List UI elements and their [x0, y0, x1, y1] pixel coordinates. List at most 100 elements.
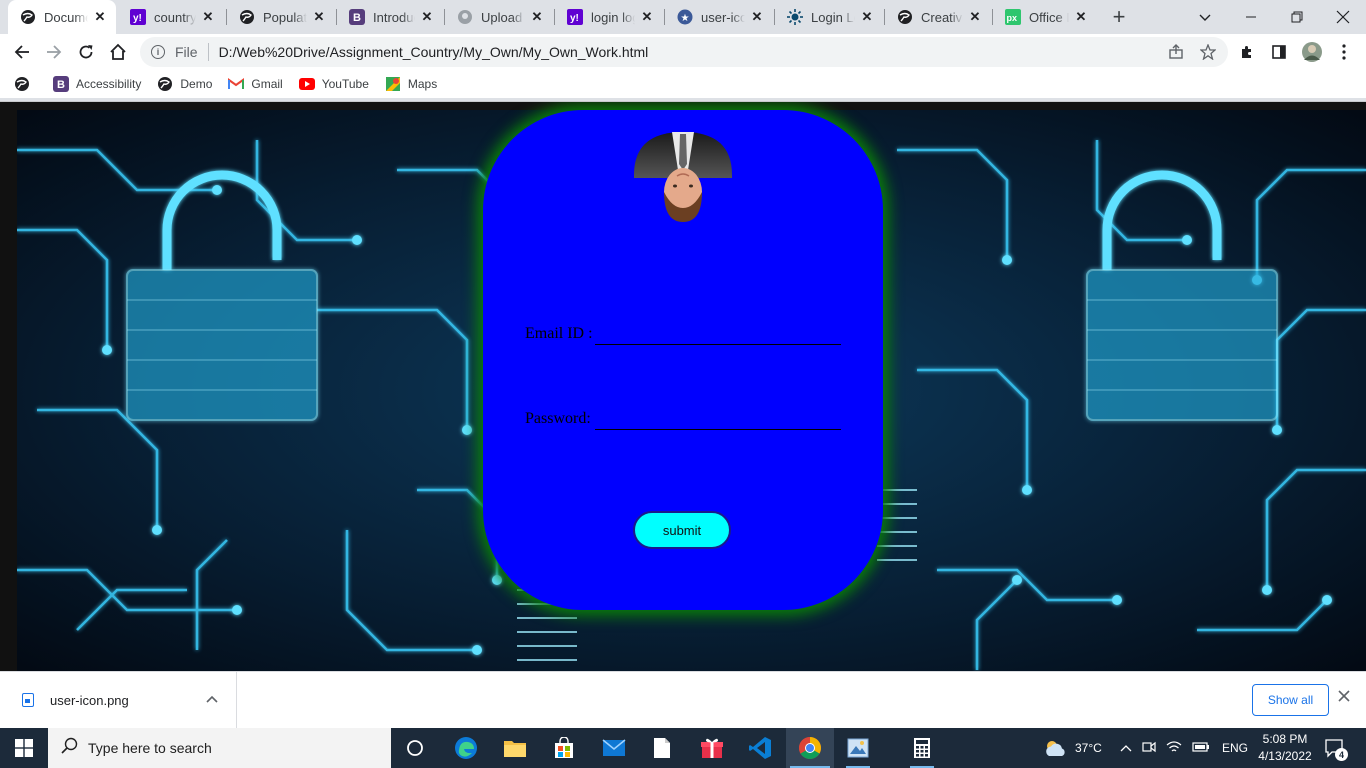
mail-app[interactable] — [590, 728, 638, 768]
download-item[interactable]: user-icon.png — [0, 672, 237, 728]
close-icon[interactable]: ✕ — [419, 9, 435, 25]
browser-toolbar: i File D:/Web%20Drive/Assignment_Country… — [0, 34, 1366, 70]
weather-widget[interactable]: 37°C — [1043, 728, 1102, 768]
info-icon[interactable]: i — [151, 45, 165, 59]
tab-office[interactable]: px Office D ✕ — [993, 0, 1097, 34]
tab-population[interactable]: Populati ✕ — [227, 0, 335, 34]
close-icon[interactable]: ✕ — [1073, 9, 1089, 25]
close-icon[interactable]: ✕ — [200, 9, 216, 25]
tab-upload[interactable]: Upload f ✕ — [445, 0, 553, 34]
tab-search-button[interactable] — [1182, 0, 1228, 34]
tab-country[interactable]: y! country ✕ — [118, 0, 224, 34]
url-text[interactable]: D:/Web%20Drive/Assignment_Country/My_Own… — [219, 44, 649, 60]
tab-user-icon[interactable]: ★ user-icon ✕ — [665, 0, 773, 34]
share-icon[interactable] — [1164, 37, 1188, 67]
bookmark-label: YouTube — [321, 77, 369, 91]
yahoo-icon: y! — [130, 9, 146, 25]
menu-button[interactable] — [1330, 38, 1358, 66]
close-icon[interactable]: ✕ — [92, 9, 108, 25]
globe-icon — [20, 9, 36, 25]
login-card: Email ID : Password: submit — [483, 110, 883, 610]
bookmark-maps[interactable]: Maps — [377, 72, 445, 96]
edge-app[interactable] — [442, 728, 490, 768]
close-icon[interactable]: ✕ — [311, 9, 327, 25]
notification-center-button[interactable]: 4 — [1322, 736, 1348, 761]
edge-icon — [455, 737, 477, 759]
chevron-up-icon[interactable] — [206, 692, 218, 706]
home-icon — [110, 43, 126, 60]
battery-icon[interactable] — [1192, 741, 1210, 755]
tab-login-lo[interactable]: Login Lo ✕ — [775, 0, 883, 34]
search-icon — [61, 737, 78, 759]
email-label: Email ID : — [525, 325, 593, 342]
chevron-up-icon[interactable] — [1120, 741, 1132, 755]
language-indicator[interactable]: ENG — [1222, 741, 1248, 755]
password-field[interactable] — [595, 408, 841, 430]
star-icon[interactable] — [1196, 37, 1220, 67]
email-field[interactable] — [595, 323, 841, 345]
tab-title: user-icon — [701, 9, 745, 25]
bookmark-apps[interactable] — [0, 72, 45, 96]
start-button[interactable] — [0, 728, 48, 768]
scheme-label: File — [175, 44, 198, 60]
tab-title: login log — [591, 9, 635, 25]
minimize-button[interactable] — [1228, 0, 1274, 34]
calculator-app[interactable] — [898, 728, 946, 768]
close-icon[interactable] — [1338, 689, 1350, 707]
photos-app[interactable] — [834, 728, 882, 768]
task-view-button[interactable] — [391, 728, 439, 768]
bookmark-accessibility[interactable]: B Accessibility — [45, 72, 149, 96]
forward-button[interactable] — [40, 38, 68, 66]
tab-creative[interactable]: Creative ✕ — [885, 0, 991, 34]
bookmark-demo[interactable]: Demo — [149, 72, 220, 96]
vscode-icon — [749, 737, 771, 759]
side-panel-button[interactable] — [1265, 38, 1293, 66]
close-icon[interactable]: ✕ — [967, 9, 983, 25]
password-label: Password: — [525, 410, 591, 427]
globe-icon — [897, 9, 913, 25]
windows-logo-icon — [15, 739, 33, 757]
folder-icon — [504, 741, 526, 757]
reload-button[interactable] — [72, 38, 100, 66]
bookmark-gmail[interactable]: Gmail — [220, 72, 290, 96]
home-button[interactable] — [104, 38, 132, 66]
svg-text:y!: y! — [133, 13, 142, 24]
close-window-button[interactable] — [1320, 0, 1366, 34]
bootstrap-icon: B — [349, 9, 365, 25]
show-all-button[interactable]: Show all — [1252, 684, 1329, 716]
svg-text:px: px — [1007, 13, 1018, 23]
svg-text:B: B — [57, 79, 65, 91]
tab-introduction[interactable]: B Introduc ✕ — [337, 0, 443, 34]
notepad-app[interactable] — [638, 728, 686, 768]
wifi-icon[interactable] — [1166, 740, 1182, 757]
clock[interactable]: 5:08 PM 4/13/2022 — [1254, 731, 1316, 765]
bookmark-label: Maps — [407, 77, 438, 91]
tab-document[interactable]: Docume ✕ — [8, 0, 116, 34]
tab-login-logo[interactable]: y! login log ✕ — [555, 0, 663, 34]
back-button[interactable] — [8, 38, 36, 66]
bookmark-label: Accessibility — [76, 77, 142, 91]
bookmark-youtube[interactable]: YouTube — [291, 72, 377, 96]
extensions-button[interactable] — [1233, 38, 1261, 66]
search-placeholder: Type here to search — [88, 740, 212, 756]
gift-app[interactable] — [688, 728, 736, 768]
chrome-app[interactable] — [786, 728, 834, 768]
restore-icon — [1291, 11, 1303, 23]
meet-now-icon[interactable] — [1142, 740, 1156, 757]
close-icon[interactable]: ✕ — [529, 9, 545, 25]
new-tab-button[interactable]: + — [1107, 4, 1131, 29]
close-icon[interactable]: ✕ — [639, 9, 655, 25]
profile-button[interactable] — [1298, 38, 1326, 66]
close-icon[interactable]: ✕ — [749, 9, 765, 25]
submit-button[interactable]: submit — [633, 511, 731, 549]
taskbar-search-box[interactable]: Type here to search — [48, 728, 391, 768]
close-icon[interactable]: ✕ — [859, 9, 875, 25]
minimize-icon — [1246, 16, 1256, 18]
store-app[interactable] — [540, 728, 588, 768]
restore-button[interactable] — [1274, 0, 1320, 34]
address-bar[interactable]: i File D:/Web%20Drive/Assignment_Country… — [140, 37, 1228, 67]
file-explorer-app[interactable] — [491, 728, 539, 768]
side-panel-icon — [1272, 45, 1286, 59]
document-icon — [654, 738, 670, 758]
vscode-app[interactable] — [736, 728, 784, 768]
